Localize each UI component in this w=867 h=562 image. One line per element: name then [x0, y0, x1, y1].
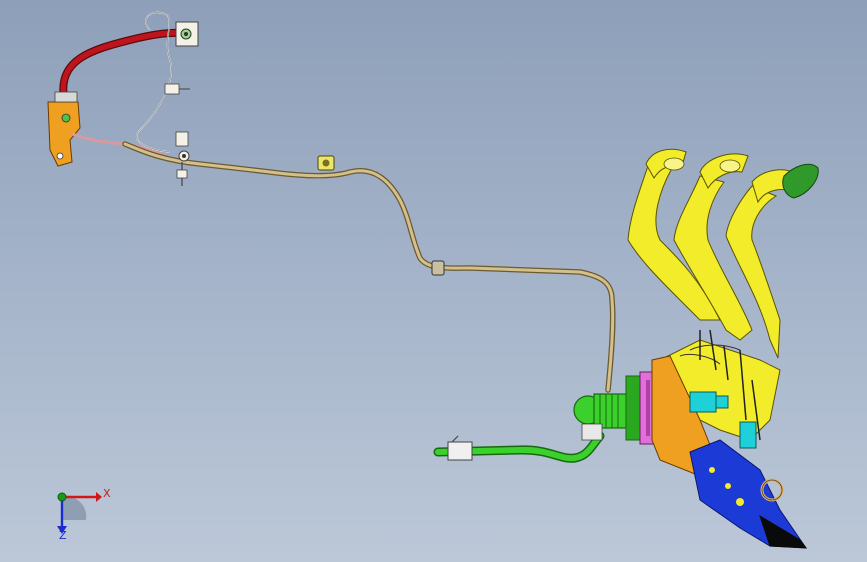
hose-clamp[interactable] — [447, 435, 473, 461]
blue-bracket[interactable] — [689, 439, 808, 549]
z-axis-label: Z — [59, 529, 67, 542]
pedal-assembly-model[interactable] — [0, 0, 867, 562]
wire-clip[interactable] — [164, 83, 190, 95]
x-axis-label: X — [103, 487, 111, 500]
brake-pipe[interactable] — [122, 141, 616, 393]
pipe-clip-2[interactable] — [431, 260, 445, 276]
orientation-triad[interactable]: X Z — [44, 482, 116, 544]
top-clip[interactable] — [175, 21, 199, 47]
cad-viewport[interactable]: X Z — [0, 0, 867, 562]
pipe-clip-1[interactable] — [317, 155, 335, 171]
master-cylinder-bracket[interactable] — [47, 91, 81, 167]
accelerator-pad[interactable] — [782, 163, 819, 199]
